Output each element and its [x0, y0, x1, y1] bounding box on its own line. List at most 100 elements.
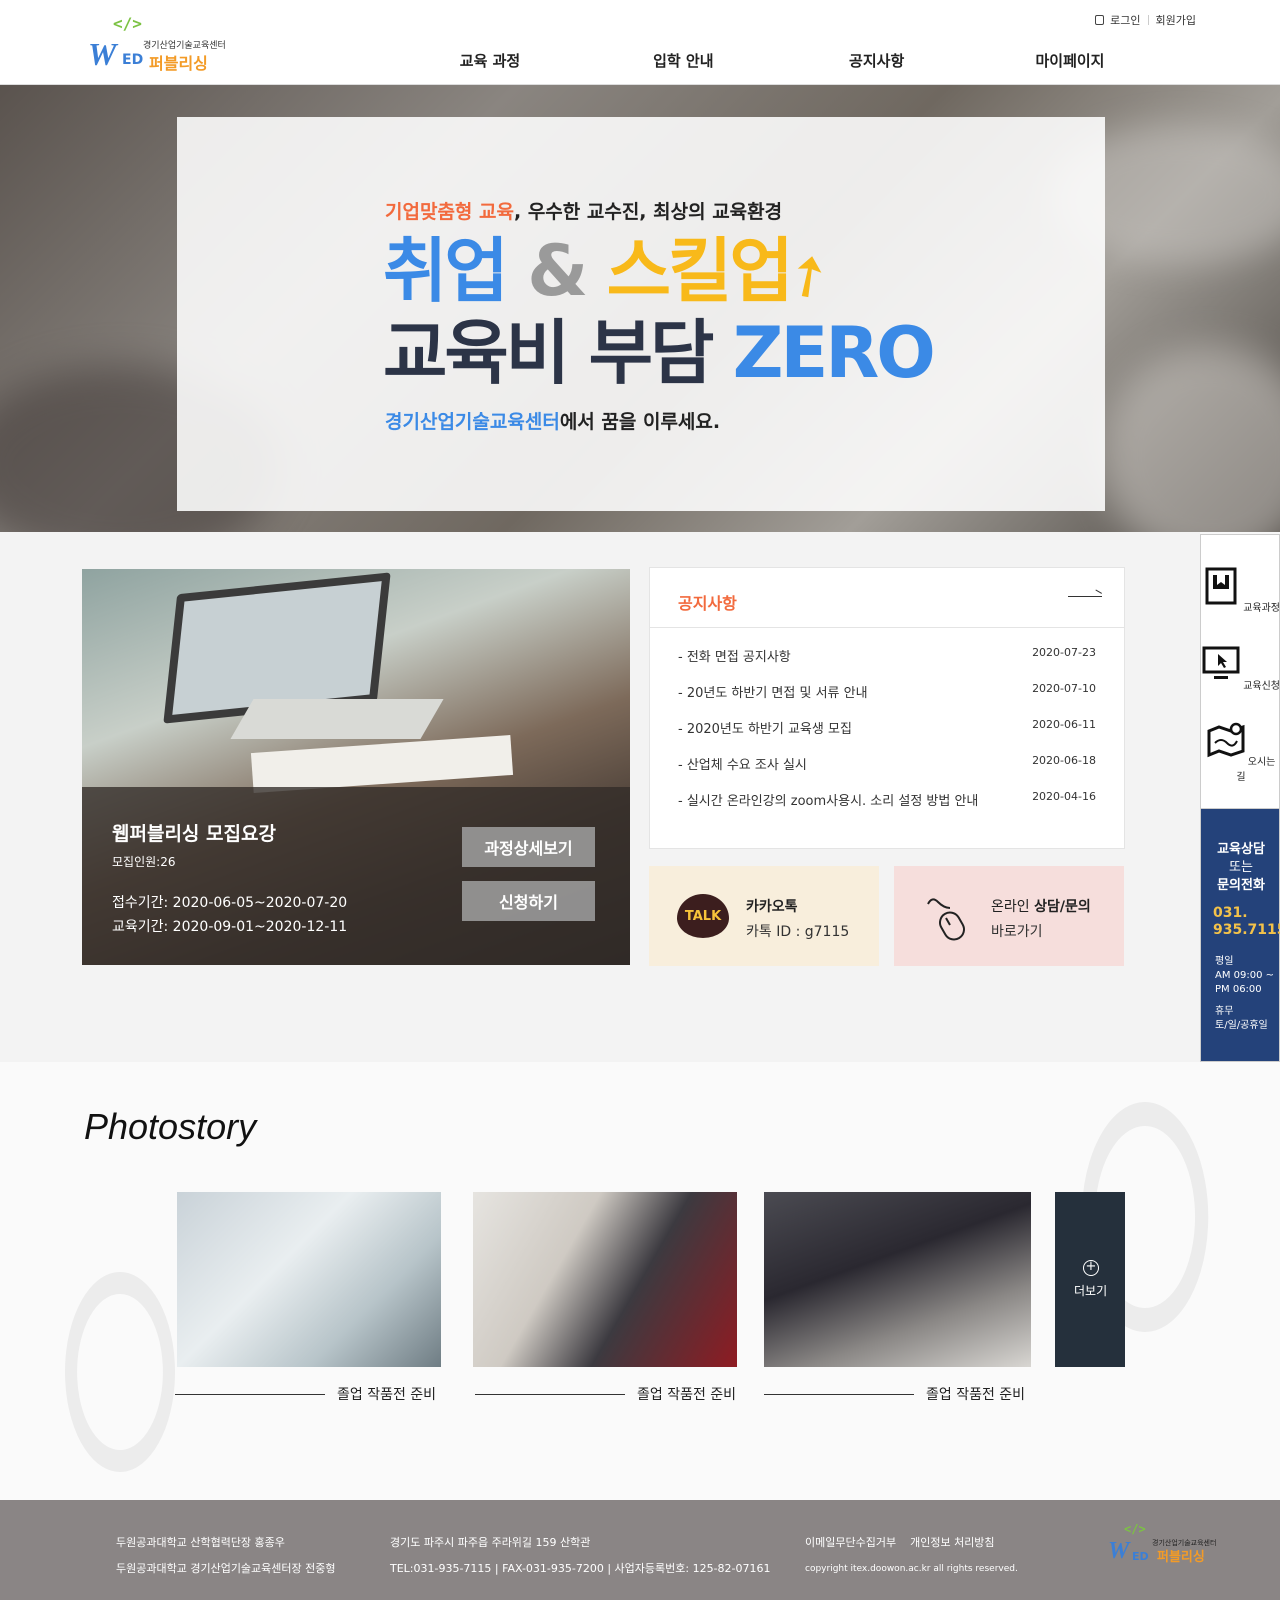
- nav-admission[interactable]: 입학 안내: [613, 50, 753, 71]
- logo-w: W: [88, 36, 117, 72]
- recruit-title: 웹퍼블리싱 모집요강: [112, 823, 276, 845]
- photo-thumbnail[interactable]: [473, 1192, 737, 1367]
- book-icon: [1205, 567, 1237, 605]
- hero-text-box: 기업맞춤형 교육, 우수한 교수진, 최상의 교육환경 취업 & 스킬업➚ 교육…: [177, 117, 1105, 511]
- hero-tagline: 경기산업기술교육센터에서 꿈을 이루세요.: [385, 407, 720, 434]
- photo-caption: 졸업 작품전 준비: [475, 1384, 736, 1404]
- hero-subtitle-rest: , 우수한 교수진, 최상의 교육환경: [513, 201, 783, 223]
- kakao-id: 카톡 ID : g7115: [746, 924, 850, 940]
- logo-ed: ED: [122, 52, 144, 68]
- apply-button[interactable]: 신청하기: [462, 881, 595, 921]
- nav-notice[interactable]: 공지사항: [807, 50, 947, 71]
- online-sub: 바로가기: [991, 924, 1043, 940]
- notice-list: - 전화 면접 공지사항 2020-07-23 - 20년도 하반기 면접 및 서…: [650, 628, 1124, 826]
- privacy-policy-link[interactable]: 개인정보 처리방침: [910, 1536, 994, 1549]
- photostory-title: Photostory: [84, 1106, 257, 1147]
- mouse-icon: [927, 898, 965, 941]
- holiday-info: 휴무 토/일/공휴일: [1215, 1005, 1268, 1033]
- course-detail-button[interactable]: 과정상세보기: [462, 827, 595, 867]
- kakao-title: 카카오톡: [746, 899, 798, 915]
- footer-directors: 두원공과대학교 산학협력단장 홍종우 두원공과대학교 경기산업기술교육센터장 전…: [116, 1530, 336, 1582]
- photo-thumbnail[interactable]: [177, 1192, 441, 1367]
- list-item[interactable]: - 2020년도 하반기 교육생 모집 2020-06-11: [678, 718, 1096, 754]
- copyright: copyright itex.doowon.ac.kr all rights r…: [805, 1564, 1018, 1574]
- login-link[interactable]: 로그인: [1110, 12, 1140, 28]
- hero-tagline-center: 경기산업기술교육센터: [385, 411, 560, 433]
- quick-courses[interactable]: 교육과정: [1201, 567, 1280, 614]
- caption-text: 졸업 작품전 준비: [637, 1387, 737, 1403]
- nav-courses[interactable]: 교육 과정: [420, 50, 560, 71]
- atom-decoration: [42, 1231, 198, 1500]
- contact-heading-3: 문의전화: [1217, 878, 1265, 893]
- online-title: 온라인 상담/문의: [991, 896, 1091, 916]
- header: </> W ED 경기산업기술교육센터 퍼블리싱 로그인 회원가입 교육 과정 …: [0, 0, 1280, 85]
- notice-item-title[interactable]: - 산업체 수요 조사 실시: [678, 754, 807, 790]
- list-item[interactable]: - 전화 면접 공지사항 2020-07-23: [678, 646, 1096, 682]
- more-photos-button[interactable]: + 더보기: [1055, 1192, 1125, 1367]
- footer-logo: </> W ED 경기산업기술교육센터 퍼블리싱: [1108, 1522, 1218, 1574]
- more-label: 더보기: [1074, 1284, 1108, 1298]
- photo-caption: 졸업 작품전 준비: [175, 1384, 436, 1404]
- keyboard-image: [230, 699, 444, 739]
- util-links: 로그인 회원가입: [1095, 12, 1196, 28]
- contact-phone-2: 935.7115: [1213, 922, 1280, 938]
- contact-box: 교육상담 또는 문의전화 031. 935.7115 평일 AM 09:00 ~…: [1200, 808, 1280, 1062]
- kakao-card[interactable]: TALK 카카오톡 카톡 ID : g7115: [649, 866, 879, 966]
- monitor-cursor-icon: [1202, 646, 1240, 679]
- quick-directions[interactable]: 오시는 길: [1201, 721, 1280, 783]
- holiday-label: 휴무: [1215, 1006, 1234, 1017]
- weekday-label: 평일: [1215, 956, 1234, 967]
- hero-ampersand: &: [527, 230, 588, 312]
- notice-item-date: 2020-06-18: [1032, 754, 1096, 767]
- recruit-overlay: [82, 787, 630, 965]
- list-item[interactable]: - 20년도 하반기 면접 및 서류 안내 2020-07-10: [678, 682, 1096, 718]
- contact-heading-2: 또는: [1229, 860, 1253, 875]
- recruit-count: 모집인원:26: [112, 855, 176, 869]
- plus-circle-icon: +: [1083, 1260, 1099, 1276]
- quick-links: 교육과정 교육신청 오시는 길: [1200, 534, 1280, 810]
- contact-phone-1: 031.: [1213, 905, 1248, 921]
- recruit-card: 웹퍼블리싱 모집요강 모집인원:26 접수기간: 2020-06-05~2020…: [82, 569, 630, 965]
- logo[interactable]: </> W ED 경기산업기술교육센터 퍼블리싱: [88, 14, 226, 74]
- notice-title: 공지사항: [678, 594, 737, 613]
- hero-word-zero: ZERO: [732, 312, 936, 394]
- hero-banner: 기업맞춤형 교육, 우수한 교수진, 최상의 교육환경 취업 & 스킬업➚ 교육…: [0, 85, 1280, 532]
- email-policy-link[interactable]: 이메일무단수집거부: [805, 1536, 896, 1549]
- logo-publishing: 퍼블리싱: [1157, 1550, 1205, 1565]
- arrow-right-icon[interactable]: [1068, 596, 1102, 597]
- notice-item-title[interactable]: - 2020년도 하반기 교육생 모집: [678, 718, 852, 754]
- photostory-section: Photostory + 더보기 졸업 작품전 준비 졸업 작품전 준비 졸업 …: [0, 1062, 1280, 1500]
- list-item[interactable]: - 실시간 온라인강의 zoom사용시. 소리 설정 방법 안내 2020-04-…: [678, 790, 1096, 826]
- footer-text: TEL:031-935-7115 | FAX-031-935-7200 | 사업…: [390, 1562, 771, 1575]
- map-pin-icon: [1207, 722, 1245, 758]
- caption-line: [175, 1393, 325, 1395]
- notice-item-title[interactable]: - 전화 면접 공지사항: [678, 646, 791, 682]
- hero-subtitle-highlight: 기업맞춤형 교육: [385, 201, 514, 223]
- notice-item-title[interactable]: - 20년도 하반기 면접 및 서류 안내: [678, 682, 868, 718]
- notice-header: 공지사항: [650, 568, 1124, 628]
- weekday-hours: 평일 AM 09:00 ~ PM 06:00: [1215, 955, 1274, 997]
- weekday-open: AM 09:00 ~: [1215, 970, 1275, 981]
- holiday-days: 토/일/공휴일: [1215, 1020, 1268, 1031]
- code-symbol-icon: </>: [1124, 1522, 1146, 1536]
- nav-mypage[interactable]: 마이페이지: [1000, 50, 1140, 71]
- notice-item-date: 2020-07-23: [1032, 646, 1096, 659]
- notice-box: 공지사항 - 전화 면접 공지사항 2020-07-23 - 20년도 하반기 면…: [649, 567, 1125, 849]
- footer-text: 두원공과대학교 산학협력단장 홍종우: [116, 1536, 285, 1549]
- caption-text: 졸업 작품전 준비: [926, 1387, 1026, 1403]
- list-item[interactable]: - 산업체 수요 조사 실시 2020-06-18: [678, 754, 1096, 790]
- hero-headline-1: 취업 & 스킬업➚: [383, 229, 843, 319]
- quick-apply[interactable]: 교육신청: [1201, 645, 1280, 692]
- online-inquiry-card[interactable]: 온라인 상담/문의 바로가기: [894, 866, 1124, 966]
- notice-item-title[interactable]: - 실시간 온라인강의 zoom사용시. 소리 설정 방법 안내: [678, 790, 978, 826]
- contact-phone[interactable]: 031. 935.7115: [1213, 905, 1280, 939]
- logo-w: W: [1108, 1538, 1130, 1564]
- join-link[interactable]: 회원가입: [1156, 12, 1196, 28]
- notice-item-date: 2020-06-11: [1032, 718, 1096, 731]
- logo-ed: ED: [1132, 1550, 1149, 1563]
- weekday-close: PM 06:00: [1215, 984, 1262, 995]
- photo-caption: 졸업 작품전 준비: [764, 1384, 1025, 1404]
- photo-thumbnail[interactable]: [764, 1192, 1031, 1367]
- hero-bg-shape: [1100, 345, 1280, 532]
- footer-links: 이메일무단수집거부 개인정보 처리방침 copyright itex.doowo…: [805, 1530, 1018, 1582]
